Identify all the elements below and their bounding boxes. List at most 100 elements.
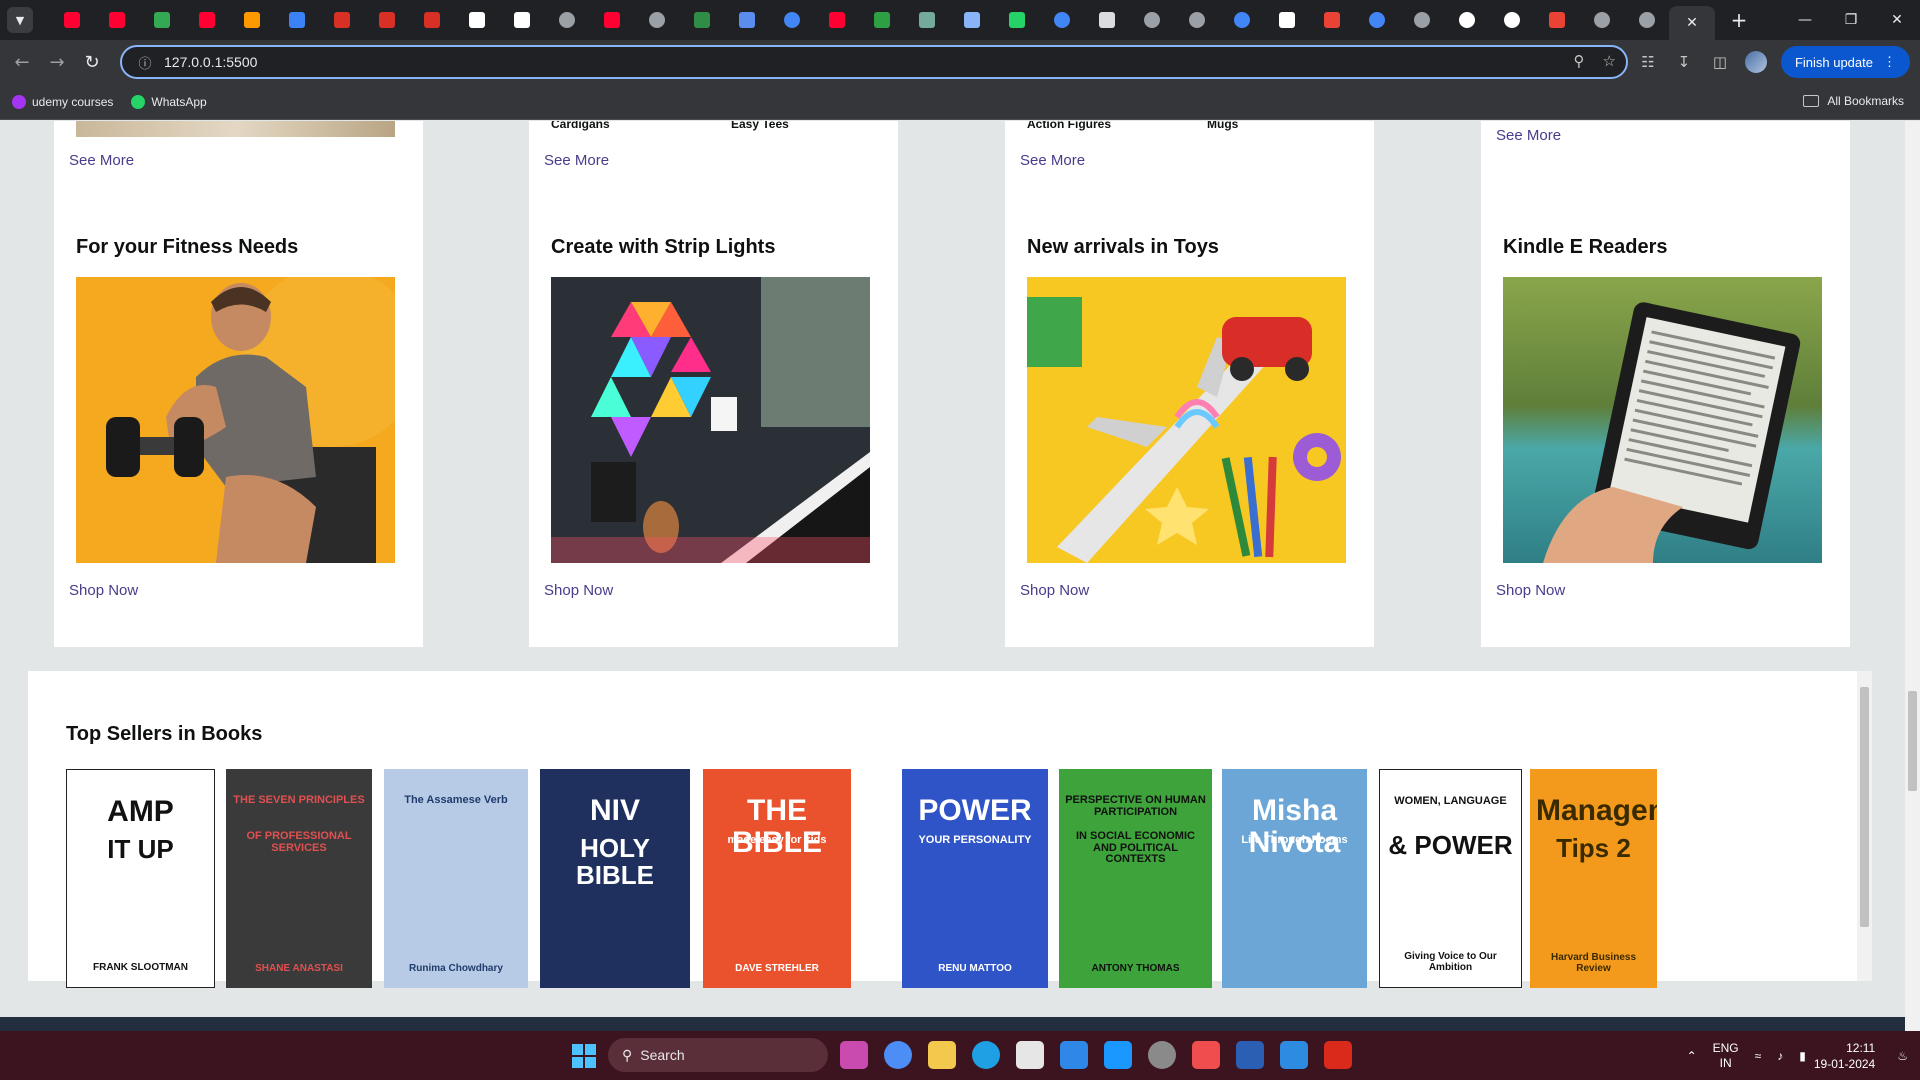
- browser-tab[interactable]: [1129, 0, 1174, 40]
- see-more-link[interactable]: See More: [69, 152, 134, 169]
- browser-tab[interactable]: [499, 0, 544, 40]
- carousel-scrollbar[interactable]: [1857, 671, 1872, 981]
- book-cover-women-language-power[interactable]: WOMEN, LANGUAGE & POWER Giving Voice to Ou…: [1379, 769, 1522, 988]
- book-cover-power-your-personality[interactable]: POWER YOUR PERSONALITY RENU MATTOO: [902, 769, 1048, 988]
- book-cover-assamese-verb[interactable]: The Assamese Verb Runima Chowdhary: [384, 769, 528, 988]
- browser-tab[interactable]: [1264, 0, 1309, 40]
- minimize-icon[interactable]: —: [1782, 0, 1828, 40]
- book-cover-perspective-human[interactable]: PERSPECTIVE ON HUMAN PARTICIPATION IN SOC…: [1059, 769, 1212, 988]
- browser-tab[interactable]: [679, 0, 724, 40]
- browser-tab[interactable]: [1084, 0, 1129, 40]
- browser-tab[interactable]: [1354, 0, 1399, 40]
- browser-tab[interactable]: [904, 0, 949, 40]
- product-image[interactable]: [76, 121, 395, 137]
- browser-tab[interactable]: [1399, 0, 1444, 40]
- file-explorer-icon[interactable]: [928, 1041, 956, 1069]
- new-tab-button[interactable]: +: [1721, 8, 1757, 32]
- browser-tab[interactable]: [139, 0, 184, 40]
- browser-tab[interactable]: [544, 0, 589, 40]
- book-cover-bible-made-easy[interactable]: THE BIBLE made easy for kids DAVE STREHLER: [703, 769, 851, 988]
- page-scrollbar[interactable]: [1905, 121, 1920, 1031]
- browser-tab[interactable]: [1489, 0, 1534, 40]
- book-cover-life-through-poems[interactable]: Misha Nivota Life Through Poems: [1222, 769, 1367, 988]
- strip-lights-photo[interactable]: [551, 277, 870, 563]
- site-info-icon[interactable]: ⓘ: [130, 53, 160, 72]
- browser-tab[interactable]: [1174, 0, 1219, 40]
- browser-tab[interactable]: [859, 0, 904, 40]
- browser-tab[interactable]: [94, 0, 139, 40]
- shop-now-link[interactable]: Shop Now: [544, 582, 613, 599]
- browser-tab[interactable]: [1534, 0, 1579, 40]
- browser-tab[interactable]: [409, 0, 454, 40]
- wifi-icon[interactable]: ≈: [1755, 1049, 1762, 1063]
- category-label[interactable]: Mugs: [1207, 121, 1238, 131]
- shop-now-link[interactable]: Shop Now: [69, 582, 138, 599]
- book-cover-seven-principles[interactable]: THE SEVEN PRINCIPLES OF PROFESSIONAL SERV…: [226, 769, 372, 988]
- browser-tab[interactable]: [724, 0, 769, 40]
- notification-bell-icon[interactable]: ♨: [1897, 1049, 1908, 1063]
- windows-start-icon[interactable]: [572, 1044, 596, 1068]
- reload-icon[interactable]: ↻: [76, 46, 108, 78]
- browser-tab[interactable]: [1444, 0, 1489, 40]
- chevron-up-icon[interactable]: ⌃: [1687, 1049, 1697, 1063]
- shop-now-link[interactable]: Shop Now: [1496, 582, 1565, 599]
- address-bar[interactable]: ⓘ 127.0.0.1:5500 ⚲ ☆: [120, 45, 1628, 79]
- finish-update-button[interactable]: Finish update ⋮: [1780, 46, 1910, 78]
- browser-tab[interactable]: [319, 0, 364, 40]
- book-cover-management-tips[interactable]: Management Tips 2 Harvard Business Review: [1530, 769, 1657, 988]
- all-bookmarks[interactable]: All Bookmarks: [1803, 94, 1904, 108]
- fitness-photo[interactable]: [76, 277, 395, 563]
- download-icon[interactable]: ↧: [1673, 51, 1695, 73]
- see-more-link[interactable]: See More: [1020, 152, 1085, 169]
- close-window-icon[interactable]: ✕: [1874, 0, 1920, 40]
- book-cover-niv-holy-bible[interactable]: NIV HOLY BIBLE: [540, 769, 690, 988]
- category-label[interactable]: Cardigans: [551, 121, 610, 131]
- git-icon[interactable]: [1192, 1041, 1220, 1069]
- browser-tab[interactable]: [589, 0, 634, 40]
- taskbar-search[interactable]: ⚲ Search: [608, 1038, 828, 1072]
- language-indicator[interactable]: ENG IN: [1713, 1041, 1739, 1071]
- back-icon[interactable]: ←: [6, 46, 38, 78]
- bookmark-whatsapp[interactable]: WhatsApp: [131, 94, 207, 109]
- browser-tab[interactable]: [634, 0, 679, 40]
- word-icon[interactable]: [1236, 1041, 1264, 1069]
- category-label[interactable]: Action Figures: [1027, 121, 1111, 131]
- browser-tab[interactable]: [184, 0, 229, 40]
- browser-tab[interactable]: [1579, 0, 1624, 40]
- toys-photo[interactable]: [1027, 277, 1346, 563]
- book-cover-amp-it-up[interactable]: AMP IT UP FRANK SLOOTMAN: [66, 769, 215, 988]
- tab-search-chevron-icon[interactable]: ▼: [7, 7, 33, 33]
- clock[interactable]: 12:11 19-01-2024: [1814, 1040, 1875, 1072]
- chrome-icon[interactable]: [884, 1041, 912, 1069]
- browser-tab[interactable]: [274, 0, 319, 40]
- browser-tab[interactable]: [949, 0, 994, 40]
- bookmark-udemy[interactable]: udemy courses: [12, 94, 113, 109]
- vscode-icon[interactable]: [1280, 1041, 1308, 1069]
- browser-tab[interactable]: [1219, 0, 1264, 40]
- shop-now-link[interactable]: Shop Now: [1020, 582, 1089, 599]
- kindle-photo[interactable]: [1503, 277, 1822, 563]
- mail-icon[interactable]: [1060, 1041, 1088, 1069]
- browser-tab[interactable]: [994, 0, 1039, 40]
- side-panel-icon[interactable]: ◫: [1709, 51, 1731, 73]
- forward-icon[interactable]: →: [41, 46, 73, 78]
- settings-gear-icon[interactable]: [1148, 1041, 1176, 1069]
- acrobat-icon[interactable]: [1324, 1041, 1352, 1069]
- browser-tab[interactable]: [1624, 0, 1669, 40]
- browser-tab[interactable]: [229, 0, 274, 40]
- browser-tab[interactable]: [1039, 0, 1084, 40]
- active-tab-close-icon[interactable]: ✕: [1669, 6, 1715, 40]
- battery-icon[interactable]: ▮: [1799, 1049, 1806, 1063]
- volume-icon[interactable]: ♪: [1777, 1049, 1783, 1063]
- browser-tab[interactable]: [364, 0, 409, 40]
- bookmark-star-icon[interactable]: ☆: [1603, 52, 1616, 70]
- copilot-icon[interactable]: [840, 1041, 868, 1069]
- store-icon[interactable]: [1016, 1041, 1044, 1069]
- browser-tab[interactable]: [1309, 0, 1354, 40]
- profile-avatar[interactable]: [1744, 51, 1767, 73]
- url-text[interactable]: 127.0.0.1:5500: [164, 54, 257, 70]
- browser-tab[interactable]: [769, 0, 814, 40]
- browser-tab[interactable]: [49, 0, 94, 40]
- prime-video-icon[interactable]: [1104, 1041, 1132, 1069]
- scrollbar-thumb[interactable]: [1908, 691, 1917, 791]
